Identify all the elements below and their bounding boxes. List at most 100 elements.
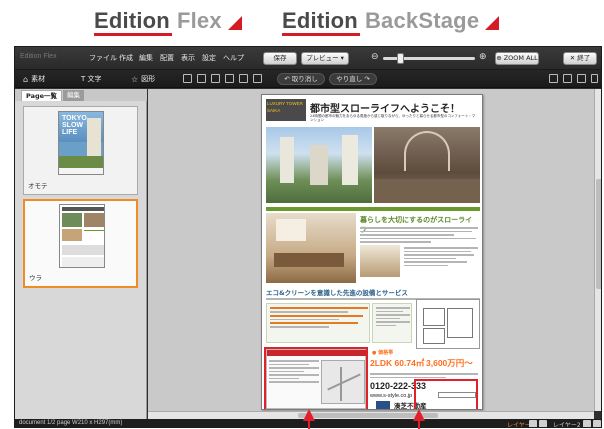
doc-price-area[interactable]: 2LDK 60.74㎡: [370, 357, 424, 369]
undo-label: 取り消し: [291, 75, 318, 83]
edition-flex-word1: Edition: [94, 8, 170, 33]
delete-icon[interactable]: [239, 74, 248, 83]
align-right-icon[interactable]: [211, 74, 220, 83]
help-icon[interactable]: [253, 74, 262, 83]
doc-section2-heading[interactable]: エコ&クリーンを意識した先進の設備とサービス: [266, 287, 480, 297]
toolbar: ⌂ 素材 T 文字 ☆ 図形 ↶ 取り消し やり直し ↷: [15, 70, 601, 88]
doc-photo-arcade[interactable]: [374, 127, 480, 203]
plan-room-c: [423, 328, 445, 344]
spread-view-icon[interactable]: [577, 74, 586, 83]
zoom-slider-thumb[interactable]: [397, 53, 404, 64]
tab-edit[interactable]: 編集: [63, 90, 84, 101]
doc-price-label[interactable]: ● 価格帯: [372, 349, 393, 356]
undo-button[interactable]: ↶ 取り消し: [277, 73, 325, 85]
doc-logo: LUXURY TOWER SAIKA: [266, 99, 306, 121]
menu-settings[interactable]: 設定: [202, 53, 216, 63]
material-label: 素材: [31, 75, 46, 83]
layer2-visible-icon[interactable]: [583, 420, 591, 427]
grid-view-icon[interactable]: [591, 74, 598, 83]
zoom-out-icon[interactable]: ⊖: [371, 52, 379, 62]
app-window: Edition Flex ファイル 作成 編集 配置 表示 設定 ヘルプ 保存 …: [14, 46, 602, 428]
doc-features-list-2[interactable]: [372, 303, 412, 343]
doc-photo-living[interactable]: [266, 213, 356, 283]
thumb-contact: [62, 257, 104, 267]
menu-arrange[interactable]: 配置: [160, 53, 174, 63]
arrow-up-right-icon: [413, 409, 425, 421]
menu-edit[interactable]: 編集: [139, 53, 153, 63]
doc-section1-body[interactable]: [360, 227, 478, 245]
vertical-scrollbar[interactable]: [594, 89, 601, 411]
doc-url[interactable]: www.s-style.co.jp: [370, 393, 412, 399]
save-button[interactable]: 保存: [263, 52, 297, 65]
thumb-rule: [84, 230, 104, 231]
horizontal-scrollbar[interactable]: [148, 411, 594, 419]
menu-create[interactable]: 作成: [119, 53, 133, 63]
material-tool[interactable]: ⌂ 素材: [23, 74, 45, 84]
page-label-front: オモテ: [28, 182, 48, 190]
document-page[interactable]: LUXURY TOWER SAIKA 都市型スローライフへようこそ！ 24時間の…: [261, 94, 483, 410]
red-triangle-icon: [485, 16, 500, 30]
layer2-label[interactable]: レイヤー2: [553, 420, 581, 427]
screenshot-root: Edition Flex Edition BackStage Edition F…: [0, 0, 604, 429]
features-lines-2: [376, 307, 410, 328]
tower-a: [280, 137, 294, 183]
edition-backstage-word1: Edition: [282, 8, 358, 33]
doc-features-list[interactable]: [266, 303, 370, 343]
menu-file[interactable]: ファイル: [89, 53, 117, 63]
preview-button[interactable]: プレビュー ▾: [301, 52, 349, 65]
tower-b: [310, 145, 328, 185]
living-window: [276, 219, 306, 241]
align-left-icon[interactable]: [183, 74, 192, 83]
page-thumbnail: TOKYO SLOW LIFE: [58, 111, 104, 175]
editing-canvas[interactable]: LUXURY TOWER SAIKA 都市型スローライフへようこそ！ 24時間の…: [148, 89, 594, 411]
doc-price-value[interactable]: 3,600万円〜: [426, 357, 473, 369]
menu-help[interactable]: ヘルプ: [223, 53, 244, 63]
zoom-all-button[interactable]: ⊕ ZOOM ALL: [495, 52, 539, 65]
edition-backstage-underline: [282, 33, 360, 36]
thumb-trees: [59, 156, 103, 168]
red-triangle-icon: [227, 16, 242, 30]
page-list-panel: Page一覧 編集 TOKYO SLOW LIFE オモテ ウラ: [15, 89, 147, 419]
arcade-arch: [404, 131, 450, 171]
doc-floor-plan[interactable]: [416, 299, 480, 349]
close-button[interactable]: ✕ 終了: [563, 52, 597, 65]
doc-photo-towers[interactable]: [266, 127, 372, 203]
thumb-header: [62, 207, 104, 211]
distribute-icon[interactable]: [225, 74, 234, 83]
layer1-lock-icon[interactable]: [539, 420, 547, 427]
thumb-photo-a: [62, 213, 82, 227]
zoom-in-icon[interactable]: ⊕: [479, 52, 487, 62]
edition-backstage-word2: BackStage: [364, 8, 480, 33]
doc-photo-kitchen[interactable]: [360, 245, 400, 277]
living-table: [274, 253, 344, 267]
tab-page-list[interactable]: Page一覧: [21, 90, 63, 101]
layer1-visible-icon[interactable]: [529, 420, 537, 427]
vertical-scroll-thumb[interactable]: [596, 179, 601, 289]
redo-button[interactable]: やり直し ↷: [329, 73, 377, 85]
single-page-icon[interactable]: [549, 74, 558, 83]
doc-title[interactable]: 都市型スローライフへようこそ！: [310, 100, 460, 115]
shape-tool[interactable]: ☆ 図形: [131, 74, 155, 84]
edition-backstage-brand: Edition BackStage: [282, 8, 500, 34]
features-lines: [270, 307, 368, 330]
doc-subtitle[interactable]: 24時間の都市の魅力をあらゆる角度から感じ取りながら、ゆったりと暮らせる都市型の…: [310, 114, 478, 122]
brand-header: Edition Flex Edition BackStage: [0, 0, 604, 44]
double-page-icon[interactable]: [563, 74, 572, 83]
arrow-up-left-icon: [303, 409, 315, 421]
shape-label: 図形: [141, 75, 156, 83]
menu-view[interactable]: 表示: [181, 53, 195, 63]
panel-tabs: Page一覧 編集: [15, 89, 147, 101]
thumb-photo-b: [84, 213, 104, 227]
text-tool[interactable]: T 文字: [81, 74, 102, 84]
thumb-features: [62, 245, 104, 255]
page-card-front[interactable]: TOKYO SLOW LIFE オモテ: [23, 106, 138, 195]
doc-green-rule: [266, 207, 480, 211]
layer2-lock-icon[interactable]: [593, 420, 601, 427]
redo-label: やり直し: [336, 75, 363, 83]
thumb-footer: [59, 168, 103, 174]
doc-photo-caption[interactable]: [404, 247, 478, 268]
align-center-icon[interactable]: [197, 74, 206, 83]
page-card-back[interactable]: ウラ: [23, 199, 138, 288]
doc-header: LUXURY TOWER SAIKA 都市型スローライフへようこそ！ 24時間の…: [266, 99, 480, 123]
company-logo-icon: [376, 401, 390, 409]
